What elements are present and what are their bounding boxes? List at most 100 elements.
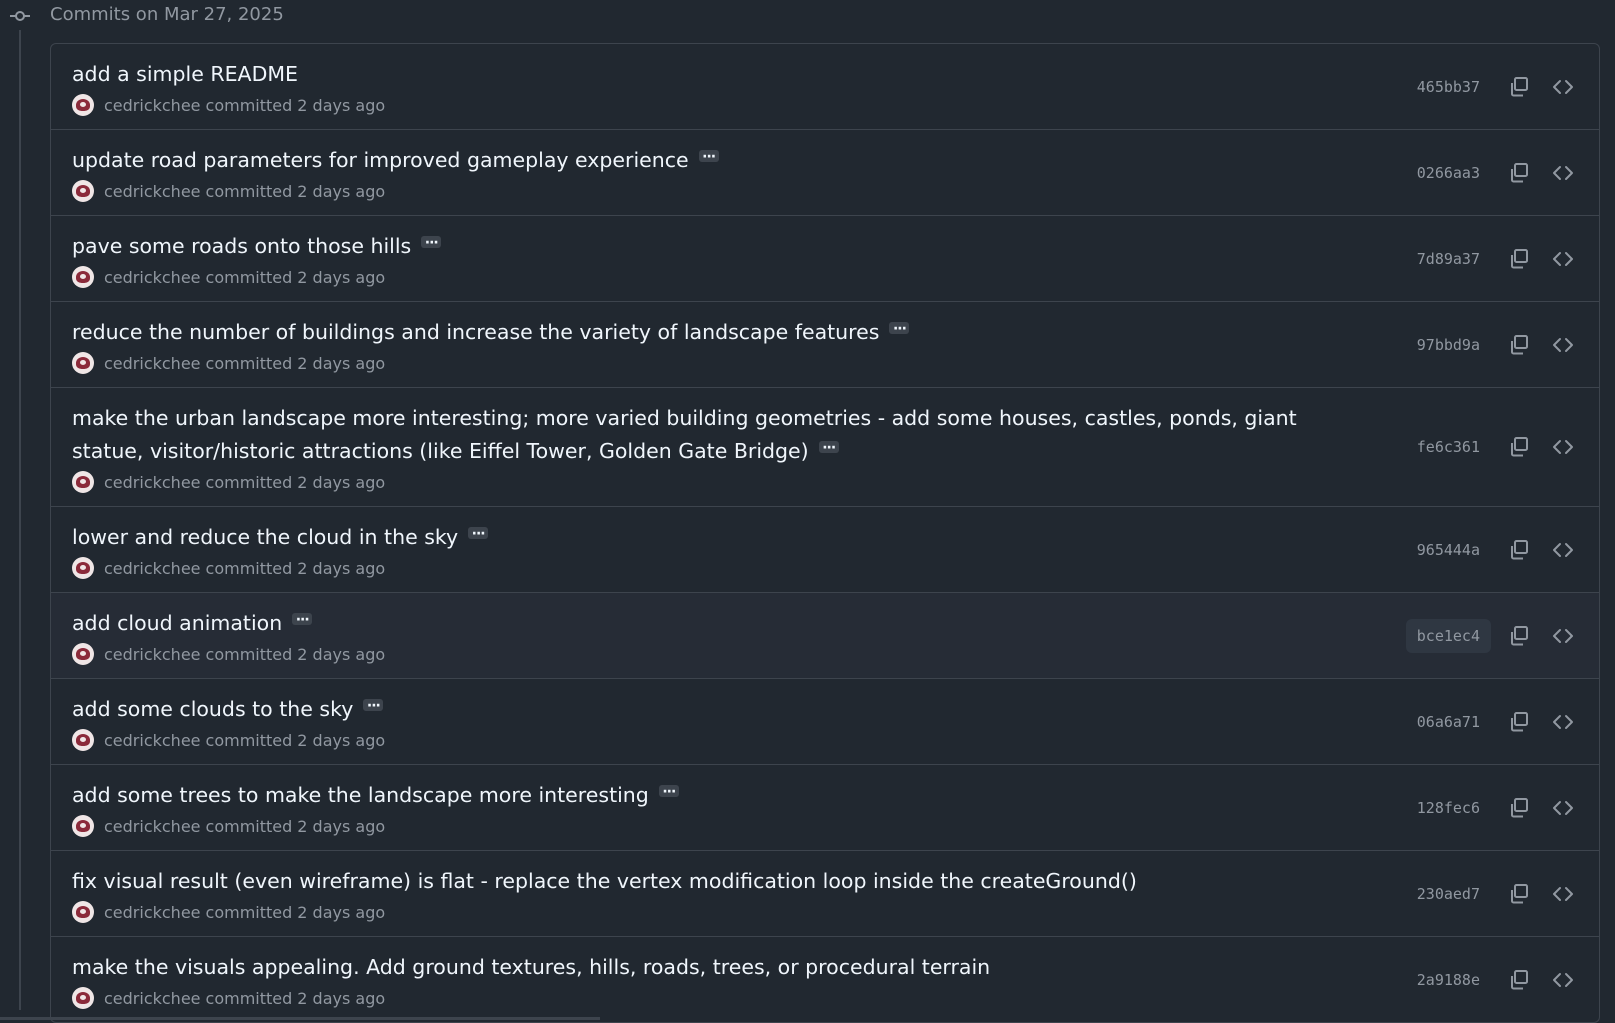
commit-title-link[interactable]: add some clouds to the sky	[72, 697, 353, 721]
copy-sha-button[interactable]	[1503, 964, 1535, 996]
copy-sha-button[interactable]	[1503, 792, 1535, 824]
expand-message-button[interactable]	[698, 141, 719, 174]
commit-title-link[interactable]: pave some roads onto those hills	[72, 234, 411, 258]
author-link[interactable]: cedrickchee	[104, 645, 201, 664]
commit-sha-link[interactable]: bce1ec4	[1405, 618, 1491, 653]
commit-action-text: committed	[205, 558, 293, 578]
browse-repo-button[interactable]	[1547, 620, 1579, 652]
code-icon	[1553, 628, 1573, 643]
author-link[interactable]: cedrickchee	[104, 182, 201, 201]
author-link[interactable]: cedrickchee	[104, 817, 201, 836]
commit-time: 2 days ago	[297, 730, 386, 750]
commit-time: 2 days ago	[297, 902, 386, 922]
commit-title-link[interactable]: lower and reduce the cloud in the sky	[72, 525, 458, 549]
commit-sha-link[interactable]: 7d89a37	[1406, 242, 1491, 276]
copy-sha-button[interactable]	[1503, 243, 1535, 275]
copy-sha-button[interactable]	[1503, 431, 1535, 463]
author-link[interactable]: cedrickchee	[104, 473, 201, 492]
commit-sha-link[interactable]: fe6c361	[1406, 430, 1491, 464]
browse-repo-button[interactable]	[1547, 792, 1579, 824]
copy-sha-button[interactable]	[1503, 71, 1535, 103]
commit-action-text: committed	[205, 816, 293, 836]
browse-repo-button[interactable]	[1547, 964, 1579, 996]
commit-title-link[interactable]: reduce the number of buildings and incre…	[72, 320, 879, 344]
avatar[interactable]	[72, 901, 94, 923]
commit-title-link[interactable]: make the visuals appealing. Add ground t…	[72, 955, 990, 979]
commit-action-text: committed	[205, 644, 293, 664]
avatar[interactable]	[72, 471, 94, 493]
browse-repo-button[interactable]	[1547, 431, 1579, 463]
expand-message-button[interactable]	[363, 690, 384, 723]
commit-sha-link[interactable]: 230aed7	[1406, 877, 1491, 911]
avatar[interactable]	[72, 94, 94, 116]
commit-time: 2 days ago	[297, 95, 386, 115]
copy-sha-button[interactable]	[1503, 329, 1535, 361]
commit-time: 2 days ago	[297, 472, 386, 492]
commit-title-link[interactable]: add cloud animation	[72, 611, 282, 635]
author-link[interactable]: cedrickchee	[104, 731, 201, 750]
copy-icon	[1511, 76, 1528, 96]
author-link[interactable]: cedrickchee	[104, 989, 201, 1008]
expand-message-button[interactable]	[468, 518, 489, 551]
avatar[interactable]	[72, 266, 94, 288]
avatar[interactable]	[72, 987, 94, 1009]
commit-time: 2 days ago	[297, 353, 386, 373]
commit-sha-link[interactable]: 128fec6	[1406, 791, 1491, 825]
expand-message-button[interactable]	[818, 432, 839, 465]
avatar[interactable]	[72, 729, 94, 751]
commit-sha-link[interactable]: 965444a	[1406, 533, 1491, 567]
commit-action-text: committed	[205, 472, 293, 492]
commit-sha-link[interactable]: 97bbd9a	[1406, 328, 1491, 362]
author-link[interactable]: cedrickchee	[104, 268, 201, 287]
copy-sha-button[interactable]	[1503, 878, 1535, 910]
browse-repo-button[interactable]	[1547, 243, 1579, 275]
copy-sha-button[interactable]	[1503, 706, 1535, 738]
author-link[interactable]: cedrickchee	[104, 559, 201, 578]
commit-sha-link[interactable]: 2a9188e	[1406, 963, 1491, 997]
commit-row: fix visual result (even wireframe) is fl…	[51, 851, 1599, 937]
commit-title-link[interactable]: make the urban landscape more interestin…	[72, 406, 1297, 463]
avatar[interactable]	[72, 352, 94, 374]
expand-message-button[interactable]	[658, 776, 679, 809]
commit-title-link[interactable]: update road parameters for improved game…	[72, 148, 689, 172]
commit-title-link[interactable]: add a simple README	[72, 62, 298, 86]
commit-sha-link[interactable]: 0266aa3	[1406, 156, 1491, 190]
copy-sha-button[interactable]	[1503, 534, 1535, 566]
code-icon	[1553, 165, 1573, 180]
commit-sha-link[interactable]: 465bb37	[1406, 70, 1491, 104]
commit-row: add some trees to make the landscape mor…	[51, 765, 1599, 851]
commit-title-link[interactable]: add some trees to make the landscape mor…	[72, 783, 649, 807]
copy-sha-button[interactable]	[1503, 157, 1535, 189]
date-header: Commits on Mar 27, 2025	[0, 0, 1615, 32]
expand-message-button[interactable]	[889, 313, 910, 346]
date-label: Commits on Mar 27, 2025	[50, 4, 284, 25]
browse-repo-button[interactable]	[1547, 534, 1579, 566]
commit-action-text: committed	[205, 988, 293, 1008]
expand-message-button[interactable]	[292, 604, 313, 637]
code-icon	[1553, 542, 1573, 557]
avatar[interactable]	[72, 815, 94, 837]
browse-repo-button[interactable]	[1547, 706, 1579, 738]
browse-repo-button[interactable]	[1547, 329, 1579, 361]
copy-icon	[1511, 248, 1528, 268]
browse-repo-button[interactable]	[1547, 157, 1579, 189]
browse-repo-button[interactable]	[1547, 878, 1579, 910]
commit-action-text: committed	[205, 730, 293, 750]
browse-repo-button[interactable]	[1547, 71, 1579, 103]
copy-icon	[1511, 625, 1528, 645]
copy-icon	[1511, 334, 1528, 354]
author-link[interactable]: cedrickchee	[104, 354, 201, 373]
commit-time: 2 days ago	[297, 181, 386, 201]
author-link[interactable]: cedrickchee	[104, 96, 201, 115]
avatar[interactable]	[72, 643, 94, 665]
avatar[interactable]	[72, 557, 94, 579]
copy-sha-button[interactable]	[1503, 620, 1535, 652]
expand-message-button[interactable]	[421, 227, 442, 260]
commit-action-text: committed	[205, 353, 293, 373]
commit-action-text: committed	[205, 902, 293, 922]
commit-title-link[interactable]: fix visual result (even wireframe) is fl…	[72, 869, 1137, 893]
commit-sha-link[interactable]: 06a6a71	[1406, 705, 1491, 739]
author-link[interactable]: cedrickchee	[104, 903, 201, 922]
avatar[interactable]	[72, 180, 94, 202]
code-icon	[1553, 886, 1573, 901]
